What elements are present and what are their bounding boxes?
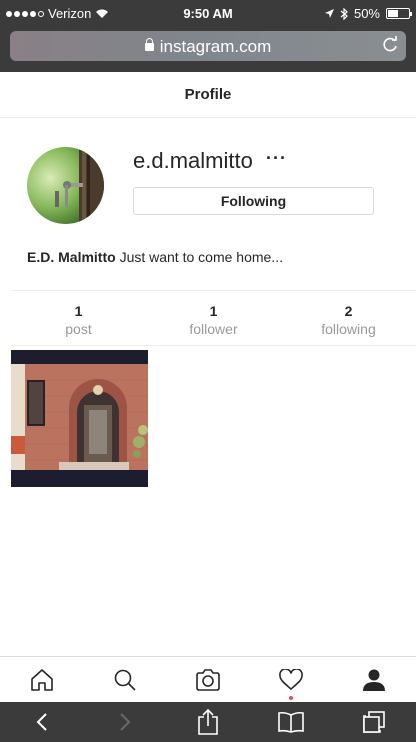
back-icon [36,713,47,731]
battery-fill [388,10,398,17]
following-button[interactable]: Following [133,187,374,215]
bio-name: E.D. Malmitto [27,249,116,265]
bookmarks-icon [278,711,305,733]
stat-value: 2 [344,303,353,319]
location-arrow-icon [324,9,334,18]
post-image [11,350,148,487]
stat-posts: 1 post [11,291,146,345]
bluetooth-icon [340,7,348,20]
browser-share[interactable] [166,702,249,742]
profile-username: e.d.malmitto [133,148,253,173]
profile-icon [363,669,386,691]
stat-value: 1 [74,303,83,319]
camera-icon [196,668,220,691]
reload-icon[interactable] [380,35,400,55]
share-icon [198,708,218,735]
lock-icon [144,38,154,51]
nav-activity[interactable] [250,657,333,702]
nav-search[interactable] [83,657,166,702]
stat-followers[interactable]: 1 follower [146,291,281,345]
search-icon [114,669,136,691]
url-text: instagram.com [159,37,272,56]
battery-icon [386,8,412,19]
browser-tabs[interactable] [333,702,416,742]
profile-bio: E.D. Malmitto Just want to come home... [27,249,283,265]
nav-home[interactable] [0,657,83,702]
notification-dot [289,696,294,700]
stat-following[interactable]: 2 following [281,291,416,345]
browser-chrome-top: Verizon 9:50 AM 50% instagram.com [0,0,416,72]
tabs-icon [363,711,386,733]
avatar[interactable] [27,147,104,224]
post-thumbnail[interactable] [11,350,148,487]
page-title: Profile [184,86,232,103]
status-right: 50% [324,6,412,21]
heart-icon [279,668,304,690]
browser-bookmarks[interactable] [250,702,333,742]
nav-profile[interactable] [333,657,416,702]
status-bar: Verizon 9:50 AM 50% [0,0,416,28]
forward-icon [120,713,131,731]
stat-label: follower [189,321,238,337]
browser-forward[interactable] [83,702,166,742]
stat-label: following [321,321,376,337]
home-icon [30,668,53,691]
url-display[interactable]: instagram.com [10,37,406,57]
profile-header: Profile [0,72,416,118]
url-bar[interactable]: instagram.com [10,31,406,61]
browser-toolbar [0,702,416,742]
more-options-button[interactable]: ··· [266,148,287,169]
profile-stats: 1 post 1 follower 2 following [11,290,416,346]
nav-camera[interactable] [166,657,249,702]
browser-back[interactable] [0,702,83,742]
bottom-navigation [0,656,416,702]
stat-label: post [65,321,92,337]
avatar-image [27,147,104,224]
stat-value: 1 [209,303,218,319]
battery-percent: 50% [353,6,380,21]
bio-text: Just want to come home... [119,249,283,265]
